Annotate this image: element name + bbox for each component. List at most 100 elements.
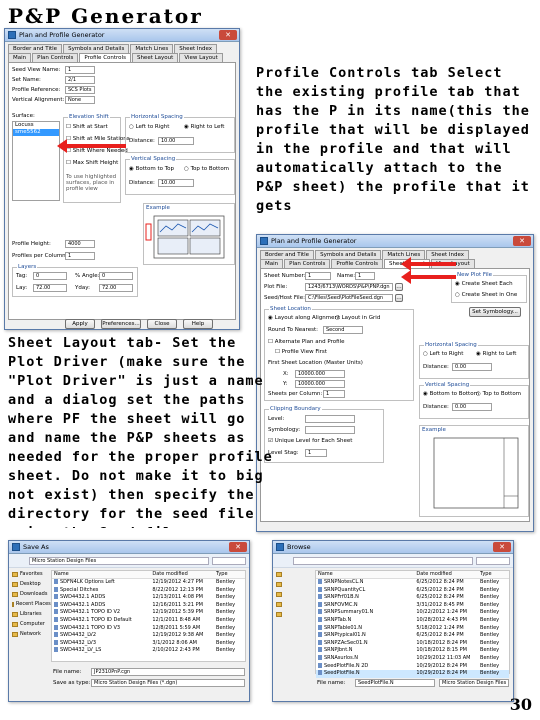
preferences-button[interactable]: Preferences... — [101, 319, 141, 329]
set-symbology-button[interactable]: Set Symbology... — [469, 307, 521, 317]
tab-view-layout[interactable]: View Layout — [179, 53, 223, 62]
tab-sheet-layout[interactable]: Sheet Layout — [131, 53, 179, 62]
plot-file-input[interactable]: 1243/6713\WORDS\P&P\PNP.dgn — [305, 283, 393, 291]
file-row[interactable]: SRNPNotesCL.N 6/25/2012 8:24 PM Bentley — [316, 579, 509, 587]
close-icon[interactable]: ✕ — [229, 542, 247, 552]
alternate-plan-check[interactable]: Alternate Plan and Profile — [268, 339, 345, 345]
file-name-input[interactable]: SeedPlotFile.N — [355, 679, 435, 687]
y-input[interactable]: 10000.000 — [295, 380, 345, 388]
tab-symbols-details[interactable]: Symbols and Details — [63, 44, 130, 53]
address-bar[interactable]: Micro Station Design Files — [29, 557, 209, 565]
sheets-per-column-input[interactable]: 1 — [323, 390, 345, 398]
file-row[interactable]: SWD4432_LV2 12/19/2012 9:38 AM Bentley — [52, 632, 245, 640]
nav-recent[interactable]: Recent Places — [12, 599, 51, 609]
sheet-number-input[interactable]: 1 — [305, 272, 331, 280]
tab-profile-controls[interactable]: Profile Controls — [79, 53, 131, 62]
nav-computer[interactable] — [276, 609, 312, 619]
tab-profile-controls[interactable]: Profile Controls — [331, 259, 383, 268]
file-row[interactable]: SRNPZAcSec01.N 10/18/2012 8:24 PM Bentley — [316, 639, 509, 648]
tab-sheet-index[interactable]: Sheet Index — [174, 44, 217, 53]
file-row[interactable]: SRNPFrf01B.N 6/25/2012 8:24 PM Bentley — [316, 594, 509, 602]
file-row[interactable]: SWD4432.1 ADDS 12/13/2011 4:08 PM Bentley — [52, 594, 245, 602]
shift-mile-check[interactable]: Shift at Mile Stations — [66, 136, 130, 142]
nav-desktop[interactable] — [276, 579, 312, 589]
tab-sheet-index[interactable]: Sheet Index — [426, 250, 469, 259]
level-stag-input[interactable]: 1 — [305, 449, 327, 457]
nav-downloads[interactable]: Downloads — [12, 589, 48, 599]
col-name[interactable]: Name — [52, 571, 152, 578]
file-row[interactable]: SRNFOVMC.N 3/31/2012 8:45 PM Bentley — [316, 601, 509, 610]
layout-grid-radio[interactable]: Layout in Grid — [335, 315, 381, 321]
nav-libraries[interactable]: Libraries — [12, 609, 48, 619]
file-row[interactable]: SRNPtypical01.N 6/25/2012 8:24 PM Bentley — [316, 632, 509, 640]
tab-symbols-details[interactable]: Symbols and Details — [315, 250, 382, 259]
profile-ref-select[interactable]: SCS Plots — [65, 86, 95, 94]
bottom-to-bottom-radio[interactable]: Bottom to Bottom — [423, 391, 479, 397]
set-name-input[interactable]: 2/1 — [65, 76, 95, 84]
max-shift-check[interactable]: Max Shift Height — [66, 160, 119, 166]
file-row[interactable]: SeedPlotFile.N 10/29/2012 8:24 PM Bentley — [316, 670, 509, 678]
tab-plan-controls[interactable]: Plan Controls — [284, 259, 331, 268]
apply-button[interactable]: Apply — [65, 319, 95, 329]
tab-border-title[interactable]: Border and Title — [260, 250, 315, 259]
file-row[interactable]: SRNAsurlos.N 10/29/2012 11:03 AM Bentley — [316, 654, 509, 663]
round-select[interactable]: Second — [323, 326, 363, 334]
bottom-to-top-radio[interactable]: Bottom to Top — [129, 166, 174, 172]
right-to-left-radio[interactable]: Right to Left — [476, 351, 517, 357]
create-one-radio[interactable]: Create Sheet in One — [455, 292, 518, 298]
file-row[interactable]: SDFN4LK Options Left 12/19/2012 4:27 PM Be… — [52, 579, 245, 587]
layout-alignment-radio[interactable]: Layout along Alignment — [268, 315, 341, 321]
col-date[interactable]: Date modified — [152, 571, 216, 578]
file-row[interactable]: SRNPQuantityCL 6/25/2012 8:24 PM Bentley — [316, 586, 509, 595]
surface-item[interactable]: Locuss — [13, 122, 59, 129]
nav-downloads[interactable] — [276, 589, 312, 599]
file-row[interactable]: SWD4432.1 TOPO ID Default 12/1/2011 8:48 … — [52, 616, 245, 625]
plot-file-browse-button[interactable]: … — [395, 283, 403, 291]
surface-item-selected[interactable]: sme5562 — [13, 129, 59, 136]
layer-left-input[interactable]: 0 — [33, 272, 67, 280]
file-name-input[interactable]: JP2310PnP.cgn — [91, 668, 245, 676]
nav-favorites[interactable]: Favorites — [12, 569, 48, 579]
profile-height-input[interactable]: 4000 — [65, 240, 95, 248]
file-row[interactable]: SRNPTable01.N 5/18/2012 1:24 PM Bentley — [316, 624, 509, 633]
close-icon[interactable]: ✕ — [513, 236, 531, 246]
left-to-right-radio[interactable]: Left to Right — [423, 351, 464, 357]
create-each-radio[interactable]: Create Sheet Each — [455, 281, 513, 287]
unique-level-check[interactable]: Unique Level for Each Sheet — [268, 438, 353, 444]
col-name[interactable]: Name — [316, 571, 416, 578]
symbology-select[interactable] — [305, 426, 355, 434]
nav-computer[interactable]: Computer — [12, 619, 48, 629]
save-type-select[interactable]: Micro Station Design Files (*.dgn) — [91, 679, 245, 687]
layer2-right-input[interactable]: 72.00 — [99, 284, 133, 292]
shift-start-check[interactable]: Shift at Start — [66, 124, 108, 130]
distance-input[interactable]: 10.00 — [158, 137, 194, 145]
file-row[interactable]: Special Ditches 8/22/2012 12:13 PM Bentley — [52, 586, 245, 595]
col-type[interactable]: Type — [480, 571, 509, 578]
close-button[interactable]: Close — [147, 319, 177, 329]
profile-view-first-check[interactable]: Profile View First — [275, 349, 327, 355]
seed-file-browse-button[interactable]: … — [395, 294, 403, 302]
nav-libraries[interactable] — [276, 599, 312, 609]
file-type-select[interactable]: Micro Station Design Files (*dgn) — [439, 679, 509, 687]
file-row[interactable]: SWD4432.1 TOPO ID V2 12/19/2012 5:39 PM Be… — [52, 609, 245, 617]
close-icon[interactable]: ✕ — [219, 30, 237, 40]
file-row[interactable]: SWD4432.1 ADDS 12/16/2011 3:21 PM Bentley — [52, 601, 245, 610]
seed-view-input[interactable]: 1 — [65, 66, 95, 74]
tab-border-title[interactable]: Border and Title — [8, 44, 63, 53]
layer2-left-input[interactable]: 72.00 — [33, 284, 67, 292]
layer-right-input[interactable]: 0 — [99, 272, 133, 280]
vertical-distance-input[interactable]: 0.00 — [452, 403, 492, 411]
file-row[interactable]: SWD4432_LV_LS 2/10/2012 2:43 PM Bentley — [52, 647, 245, 655]
search-input[interactable] — [212, 557, 246, 565]
left-to-right-radio[interactable]: Left to Right — [129, 124, 170, 130]
tab-match-lines[interactable]: Match Lines — [130, 44, 174, 53]
nav-network[interactable]: Network — [12, 629, 48, 639]
col-date[interactable]: Date modified — [416, 571, 480, 578]
level-select[interactable] — [305, 415, 355, 423]
name-input[interactable]: 1 — [355, 272, 375, 280]
top-to-bottom-radio[interactable]: Top to Bottom — [184, 166, 229, 172]
surface-list[interactable]: Locuss sme5562 — [12, 121, 60, 201]
file-row[interactable]: SRNPSummary01.N 10/22/2012 1:24 PM Bentley — [316, 609, 509, 617]
file-row[interactable]: SWD4432.1 TOPO ID V3 12/8/2011 5:59 AM Ben… — [52, 624, 245, 633]
x-input[interactable]: 10000.000 — [295, 370, 345, 378]
